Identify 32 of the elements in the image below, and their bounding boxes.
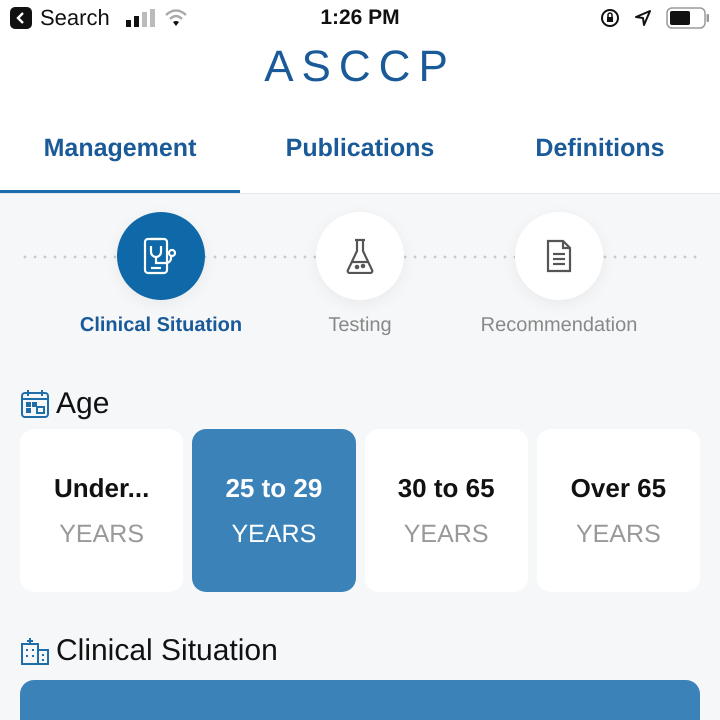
age-value: Over 65 xyxy=(570,472,666,504)
age-option[interactable]: Under... YEARS xyxy=(20,429,184,592)
rotation-lock-icon xyxy=(600,8,620,28)
age-option[interactable]: Over 65 YEARS xyxy=(536,429,700,592)
age-option[interactable]: 30 to 65 YEARS xyxy=(364,429,528,592)
location-icon xyxy=(634,8,652,27)
tab[interactable]: Definitions xyxy=(480,98,720,193)
age-value: 25 to 29 xyxy=(225,472,322,504)
back-label[interactable]: Search xyxy=(40,4,110,31)
age-value: 30 to 65 xyxy=(398,472,495,504)
status-time: 1:26 PM xyxy=(320,6,400,30)
back-icon[interactable] xyxy=(10,6,32,29)
battery-icon xyxy=(666,6,710,29)
calendar-icon xyxy=(20,389,50,419)
step-label: Clinical Situation xyxy=(80,314,242,337)
wifi-icon xyxy=(164,8,188,27)
step-label: Recommendation xyxy=(480,314,638,337)
signal-icon xyxy=(126,8,156,27)
step-label: Testing xyxy=(328,314,392,337)
age-unit: YEARS xyxy=(576,520,661,548)
age-unit: YEARS xyxy=(231,520,316,548)
logo: ASCCP xyxy=(264,42,456,92)
section-title: Age xyxy=(56,387,110,421)
flask-icon xyxy=(345,238,375,274)
tab[interactable]: Publications xyxy=(240,98,480,193)
age-option[interactable]: 25 to 29 YEARS xyxy=(192,429,356,592)
age-unit: YEARS xyxy=(404,520,488,548)
hospital-icon xyxy=(20,636,50,666)
document-icon xyxy=(545,239,573,273)
age-value: Under... xyxy=(54,472,150,504)
age-unit: YEARS xyxy=(59,520,144,548)
section-title: Clinical Situation xyxy=(56,634,278,668)
